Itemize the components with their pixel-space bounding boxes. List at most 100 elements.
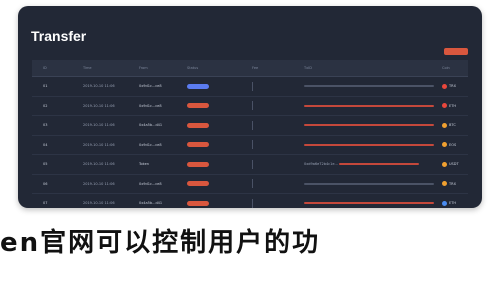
table-row[interactable]: 05 2019-10-10 11:06 Token 0xd9a6e72b4c1e...… [32, 155, 468, 175]
header-fee: Fee [252, 66, 259, 70]
row-fee [252, 116, 253, 135]
row-id: 01 [43, 84, 48, 88]
row-fee [252, 136, 253, 155]
divider [252, 101, 253, 110]
coin-label: ETH [449, 201, 456, 205]
row-from: 0x9d1c...ce8 [139, 181, 162, 186]
status-pill [187, 200, 209, 206]
divider [252, 140, 253, 149]
row-txid [304, 175, 434, 194]
row-time: 2019-10-10 11:06 [83, 201, 115, 205]
table-row[interactable]: 02 2019-10-10 11:06 0x9d1c...ce8 ETH [32, 97, 468, 116]
coin-label: BTC [449, 123, 456, 127]
row-id: 07 [43, 201, 48, 205]
row-time: 2019-10-10 11:06 [83, 84, 115, 88]
table-body: 01 2019-10-10 11:06 0x9d1c...ce8 TRX 02 2019-… [32, 77, 468, 208]
table-row[interactable]: 07 2019-10-10 11:06 0x4a5b...d41 ETH [32, 194, 468, 208]
row-txid [304, 116, 434, 135]
header-status: Status [187, 66, 199, 70]
table-row[interactable]: 04 2019-10-10 11:06 0x9d1c...ce8 EOS [32, 136, 468, 155]
row-from: 0x4a5b...d41 [139, 123, 163, 127]
divider [252, 198, 253, 208]
row-from: 0x9d1c...ce8 [139, 103, 162, 108]
txid-bar [304, 85, 434, 87]
divider [252, 179, 253, 188]
coin-label: ETH [449, 103, 456, 108]
panel-title: Transfer [31, 28, 87, 44]
row-time: 2019-10-10 11:06 [83, 103, 115, 108]
row-fee [252, 194, 253, 208]
transfer-table: ID Time From Status Fee TxID Coin 01 2019… [32, 60, 468, 208]
coin-label: TRX [449, 84, 456, 88]
row-txid [304, 97, 434, 116]
row-fee [252, 97, 253, 116]
row-id: 04 [43, 142, 48, 147]
txid-bar [304, 202, 434, 204]
row-coin[interactable]: TRX [442, 77, 456, 96]
status-badge [187, 77, 209, 96]
coin-icon [442, 142, 447, 148]
row-id: 02 [43, 103, 48, 108]
header-txid: TxID [304, 66, 312, 70]
divider [252, 120, 253, 130]
row-time: 2019-10-10 11:06 [83, 123, 115, 127]
row-coin[interactable]: USDT [442, 155, 459, 174]
row-id: 05 [43, 162, 48, 166]
status-badge [187, 136, 209, 155]
coin-icon [442, 200, 447, 206]
row-txid [304, 194, 434, 208]
table-row[interactable]: 01 2019-10-10 11:06 0x9d1c...ce8 TRX [32, 77, 468, 97]
row-time: 2019-10-10 11:06 [83, 181, 115, 186]
row-from: 0x9d1c...ce8 [139, 142, 162, 147]
header-from: From [139, 66, 148, 70]
status-badge [187, 175, 209, 194]
coin-label: TRX [449, 181, 456, 186]
row-coin[interactable]: ETH [442, 194, 456, 208]
status-pill [187, 103, 209, 108]
coin-icon [442, 181, 447, 187]
row-from: Token [139, 162, 149, 166]
coin-label: EOS [449, 142, 457, 147]
row-coin[interactable]: TRX [442, 175, 456, 194]
status-pill [187, 83, 209, 89]
txid-bar [304, 104, 434, 107]
divider [252, 81, 253, 91]
row-from: 0x4a5b...d41 [139, 201, 163, 205]
header-id: ID [43, 66, 47, 70]
txid-bar [304, 124, 434, 126]
status-pill [187, 161, 209, 167]
header-coin: Coin [442, 66, 450, 70]
status-badge [187, 116, 209, 135]
status-pill [187, 122, 209, 128]
txid-bar [304, 182, 434, 185]
txid-text: 0xd9a6e72b4c1e... [304, 162, 338, 166]
row-coin[interactable]: EOS [442, 136, 456, 155]
status-pill [187, 142, 209, 147]
row-fee [252, 175, 253, 194]
table-row[interactable]: 03 2019-10-10 11:06 0x4a5b...d41 BTC [32, 116, 468, 136]
row-time: 2019-10-10 11:06 [83, 142, 115, 147]
coin-icon [442, 122, 447, 128]
row-coin[interactable]: ETH [442, 97, 456, 116]
table-row[interactable]: 06 2019-10-10 11:06 0x9d1c...ce8 TRX [32, 175, 468, 194]
coin-icon [442, 83, 447, 89]
caption-text: en官网可以控制用户的功 [0, 228, 321, 258]
row-fee [252, 155, 253, 174]
status-badge [187, 155, 209, 174]
row-time: 2019-10-10 11:06 [83, 162, 115, 166]
row-txid: 0xd9a6e72b4c1e... [304, 155, 419, 174]
status-pill [187, 181, 209, 186]
row-fee [252, 77, 253, 96]
divider [252, 159, 253, 169]
coin-label: USDT [449, 162, 459, 166]
row-txid [304, 77, 434, 96]
row-from: 0x9d1c...ce8 [139, 84, 162, 88]
row-id: 03 [43, 123, 48, 127]
row-coin[interactable]: BTC [442, 116, 456, 135]
transfer-panel: Transfer ID Time From Status Fee TxID Co… [18, 6, 482, 208]
coin-icon [442, 161, 447, 167]
status-badge [187, 97, 209, 116]
top-action-button[interactable] [444, 48, 468, 55]
row-id: 06 [43, 181, 48, 186]
header-time: Time [83, 66, 92, 70]
